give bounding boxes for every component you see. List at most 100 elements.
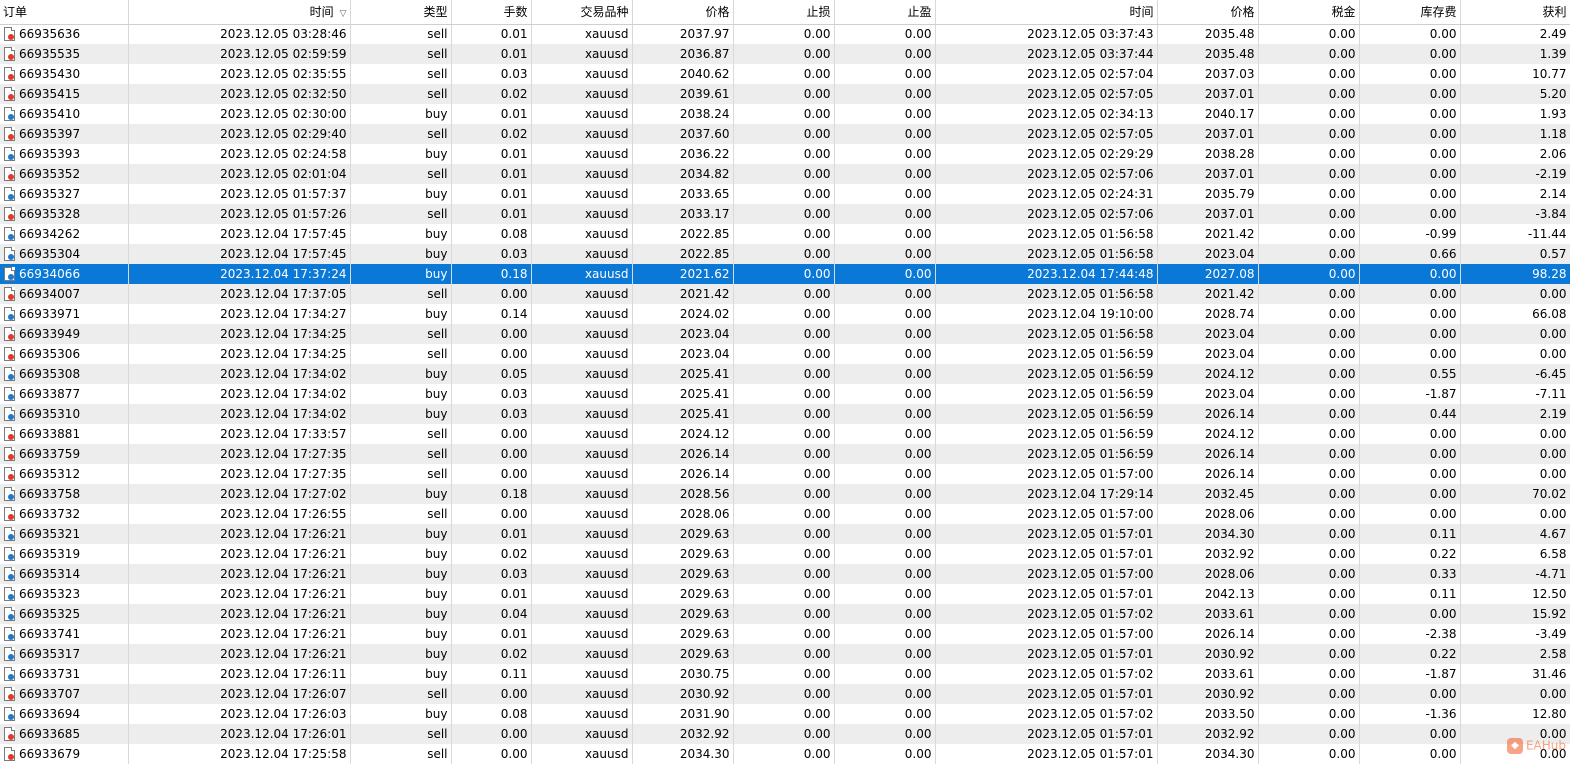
col-header-type[interactable]: 类型: [350, 0, 452, 25]
cell-tax: 0.00: [1258, 384, 1360, 404]
cell-volume: 0.08: [451, 224, 532, 244]
cell-stop-loss: 0.00: [733, 484, 835, 504]
cell-swap: 0.11: [1359, 584, 1461, 604]
order-number: 66935393: [19, 147, 81, 161]
table-row[interactable]: 66933971 2023.12.04 17:34:27 buy 0.14 xauusd…: [0, 304, 1570, 324]
table-row[interactable]: 66933732 2023.12.04 17:26:55 sell 0.00 xauus…: [0, 504, 1570, 524]
table-row[interactable]: 66935327 2023.12.05 01:57:37 buy 0.01 xauusd…: [0, 184, 1570, 204]
cell-type: sell: [350, 284, 452, 304]
table-row[interactable]: 66935535 2023.12.05 02:59:59 sell 0.01 xauus…: [0, 44, 1570, 64]
cell-close-price: 2032.92: [1157, 724, 1259, 744]
table-row[interactable]: 66935415 2023.12.05 02:32:50 sell 0.02 xauus…: [0, 84, 1570, 104]
col-header-close-price[interactable]: 价格: [1157, 0, 1259, 25]
cell-order: 66935312: [0, 464, 129, 484]
cell-profit: 70.02: [1460, 484, 1570, 504]
col-header-take-profit[interactable]: 止盈: [834, 0, 936, 25]
col-header-profit[interactable]: 获利: [1460, 0, 1570, 25]
cell-open-price: 2032.92: [632, 724, 734, 744]
table-row[interactable]: 66933707 2023.12.04 17:26:07 sell 0.00 xauus…: [0, 684, 1570, 704]
table-row[interactable]: 66935306 2023.12.04 17:34:25 sell 0.00 xauus…: [0, 344, 1570, 364]
table-row[interactable]: 66935397 2023.12.05 02:29:40 sell 0.02 xauus…: [0, 124, 1570, 144]
table-row[interactable]: 66935314 2023.12.04 17:26:21 buy 0.03 xauusd…: [0, 564, 1570, 584]
table-row[interactable]: 66933731 2023.12.04 17:26:11 buy 0.11 xauusd…: [0, 664, 1570, 684]
cell-close-time: 2023.12.04 19:10:00: [935, 304, 1158, 324]
table-row[interactable]: 66933685 2023.12.04 17:26:01 sell 0.00 xauus…: [0, 724, 1570, 744]
cell-close-time: 2023.12.05 01:56:59: [935, 344, 1158, 364]
cell-close-time: 2023.12.05 01:57:02: [935, 664, 1158, 684]
order-number: 66934262: [19, 227, 81, 241]
col-header-open-time[interactable]: 时间 ▽: [128, 0, 351, 25]
col-header-open-price[interactable]: 价格: [632, 0, 734, 25]
cell-symbol: xauusd: [531, 584, 633, 604]
table-row[interactable]: 66933694 2023.12.04 17:26:03 buy 0.08 xauusd…: [0, 704, 1570, 724]
cell-take-profit: 0.00: [834, 444, 936, 464]
table-row[interactable]: 66935430 2023.12.05 02:35:55 sell 0.03 xauus…: [0, 64, 1570, 84]
table-row[interactable]: 66933741 2023.12.04 17:26:21 buy 0.01 xauusd…: [0, 624, 1570, 644]
cell-close-time: 2023.12.05 02:57:04: [935, 64, 1158, 84]
col-header-stop-loss[interactable]: 止损: [733, 0, 835, 25]
order-number: 66933741: [19, 627, 81, 641]
cell-tax: 0.00: [1258, 64, 1360, 84]
cell-type: buy: [350, 304, 452, 324]
cell-close-price: 2035.79: [1157, 184, 1259, 204]
table-row[interactable]: 66935304 2023.12.04 17:57:45 buy 0.03 xauusd…: [0, 244, 1570, 264]
cell-profit: 2.06: [1460, 144, 1570, 164]
col-header-swap[interactable]: 库存费: [1359, 0, 1461, 25]
col-header-tax[interactable]: 税金: [1258, 0, 1360, 25]
table-row[interactable]: 66935310 2023.12.04 17:34:02 buy 0.03 xauusd…: [0, 404, 1570, 424]
table-row[interactable]: 66935636 2023.12.05 03:28:46 sell 0.01 xauus…: [0, 24, 1570, 44]
table-row[interactable]: 66935410 2023.12.05 02:30:00 buy 0.01 xauusd…: [0, 104, 1570, 124]
cell-volume: 0.11: [451, 664, 532, 684]
table-row[interactable]: 66933949 2023.12.04 17:34:25 sell 0.00 xauus…: [0, 324, 1570, 344]
cell-profit: 1.18: [1460, 124, 1570, 144]
buy-order-icon: [3, 627, 15, 641]
table-row[interactable]: 66933877 2023.12.04 17:34:02 buy 0.03 xauusd…: [0, 384, 1570, 404]
col-header-close-time[interactable]: 时间: [935, 0, 1158, 25]
cell-stop-loss: 0.00: [733, 344, 835, 364]
table-row[interactable]: 66935323 2023.12.04 17:26:21 buy 0.01 xauusd…: [0, 584, 1570, 604]
cell-open-price: 2034.82: [632, 164, 734, 184]
table-row[interactable]: 66935319 2023.12.04 17:26:21 buy 0.02 xauusd…: [0, 544, 1570, 564]
cell-type: sell: [350, 444, 452, 464]
cell-order: 66933694: [0, 704, 129, 724]
table-row[interactable]: 66933759 2023.12.04 17:27:35 sell 0.00 xauus…: [0, 444, 1570, 464]
col-header-symbol[interactable]: 交易品种: [531, 0, 633, 25]
cell-take-profit: 0.00: [834, 64, 936, 84]
table-row[interactable]: 66935317 2023.12.04 17:26:21 buy 0.02 xauusd…: [0, 644, 1570, 664]
cell-close-time: 2023.12.05 02:24:31: [935, 184, 1158, 204]
sell-order-icon: [3, 167, 15, 181]
table-row[interactable]: 66935325 2023.12.04 17:26:21 buy 0.04 xauusd…: [0, 604, 1570, 624]
cell-close-price: 2023.04: [1157, 384, 1259, 404]
table-row[interactable]: 66935308 2023.12.04 17:34:02 buy 0.05 xauusd…: [0, 364, 1570, 384]
trade-history-table: 订单 时间 ▽ 类型 手数 交易品种 价格 止损 止盈 时间 价格 税金 库存费 …: [0, 0, 1570, 764]
sort-down-icon: ▽: [339, 9, 347, 20]
buy-order-icon: [3, 267, 15, 281]
table-row[interactable]: 66933758 2023.12.04 17:27:02 buy 0.18 xauusd…: [0, 484, 1570, 504]
table-row[interactable]: 66934007 2023.12.04 17:37:05 sell 0.00 xauus…: [0, 284, 1570, 304]
cell-open-time: 2023.12.04 17:34:25: [128, 344, 351, 364]
table-row[interactable]: 66935352 2023.12.05 02:01:04 sell 0.01 xauus…: [0, 164, 1570, 184]
col-header-volume[interactable]: 手数: [451, 0, 532, 25]
col-header-order[interactable]: 订单: [0, 0, 129, 25]
cell-swap: 0.00: [1359, 344, 1461, 364]
table-row[interactable]: 66935393 2023.12.05 02:24:58 buy 0.01 xauusd…: [0, 144, 1570, 164]
cell-tax: 0.00: [1258, 584, 1360, 604]
cell-take-profit: 0.00: [834, 464, 936, 484]
table-row[interactable]: 66933881 2023.12.04 17:33:57 sell 0.00 xauus…: [0, 424, 1570, 444]
cell-close-price: 2033.50: [1157, 704, 1259, 724]
cell-tax: 0.00: [1258, 504, 1360, 524]
table-row[interactable]: 66933679 2023.12.04 17:25:58 sell 0.00 xauus…: [0, 744, 1570, 764]
table-row[interactable]: 66935321 2023.12.04 17:26:21 buy 0.01 xauusd…: [0, 524, 1570, 544]
cell-swap: 0.00: [1359, 144, 1461, 164]
table-row[interactable]: 66935312 2023.12.04 17:27:35 sell 0.00 xauus…: [0, 464, 1570, 484]
cell-type: sell: [350, 24, 452, 44]
cell-open-time: 2023.12.04 17:57:45: [128, 244, 351, 264]
table-row[interactable]: 66934262 2023.12.04 17:57:45 buy 0.08 xauusd…: [0, 224, 1570, 244]
cell-open-time: 2023.12.05 02:29:40: [128, 124, 351, 144]
table-row[interactable]: 66935328 2023.12.05 01:57:26 sell 0.01 xauus…: [0, 204, 1570, 224]
table-row[interactable]: 66934066 2023.12.04 17:37:24 buy 0.18 xauusd…: [0, 264, 1570, 284]
buy-order-icon: [3, 667, 15, 681]
cell-type: sell: [350, 504, 452, 524]
cell-profit: 0.00: [1460, 344, 1570, 364]
cell-symbol: xauusd: [531, 384, 633, 404]
